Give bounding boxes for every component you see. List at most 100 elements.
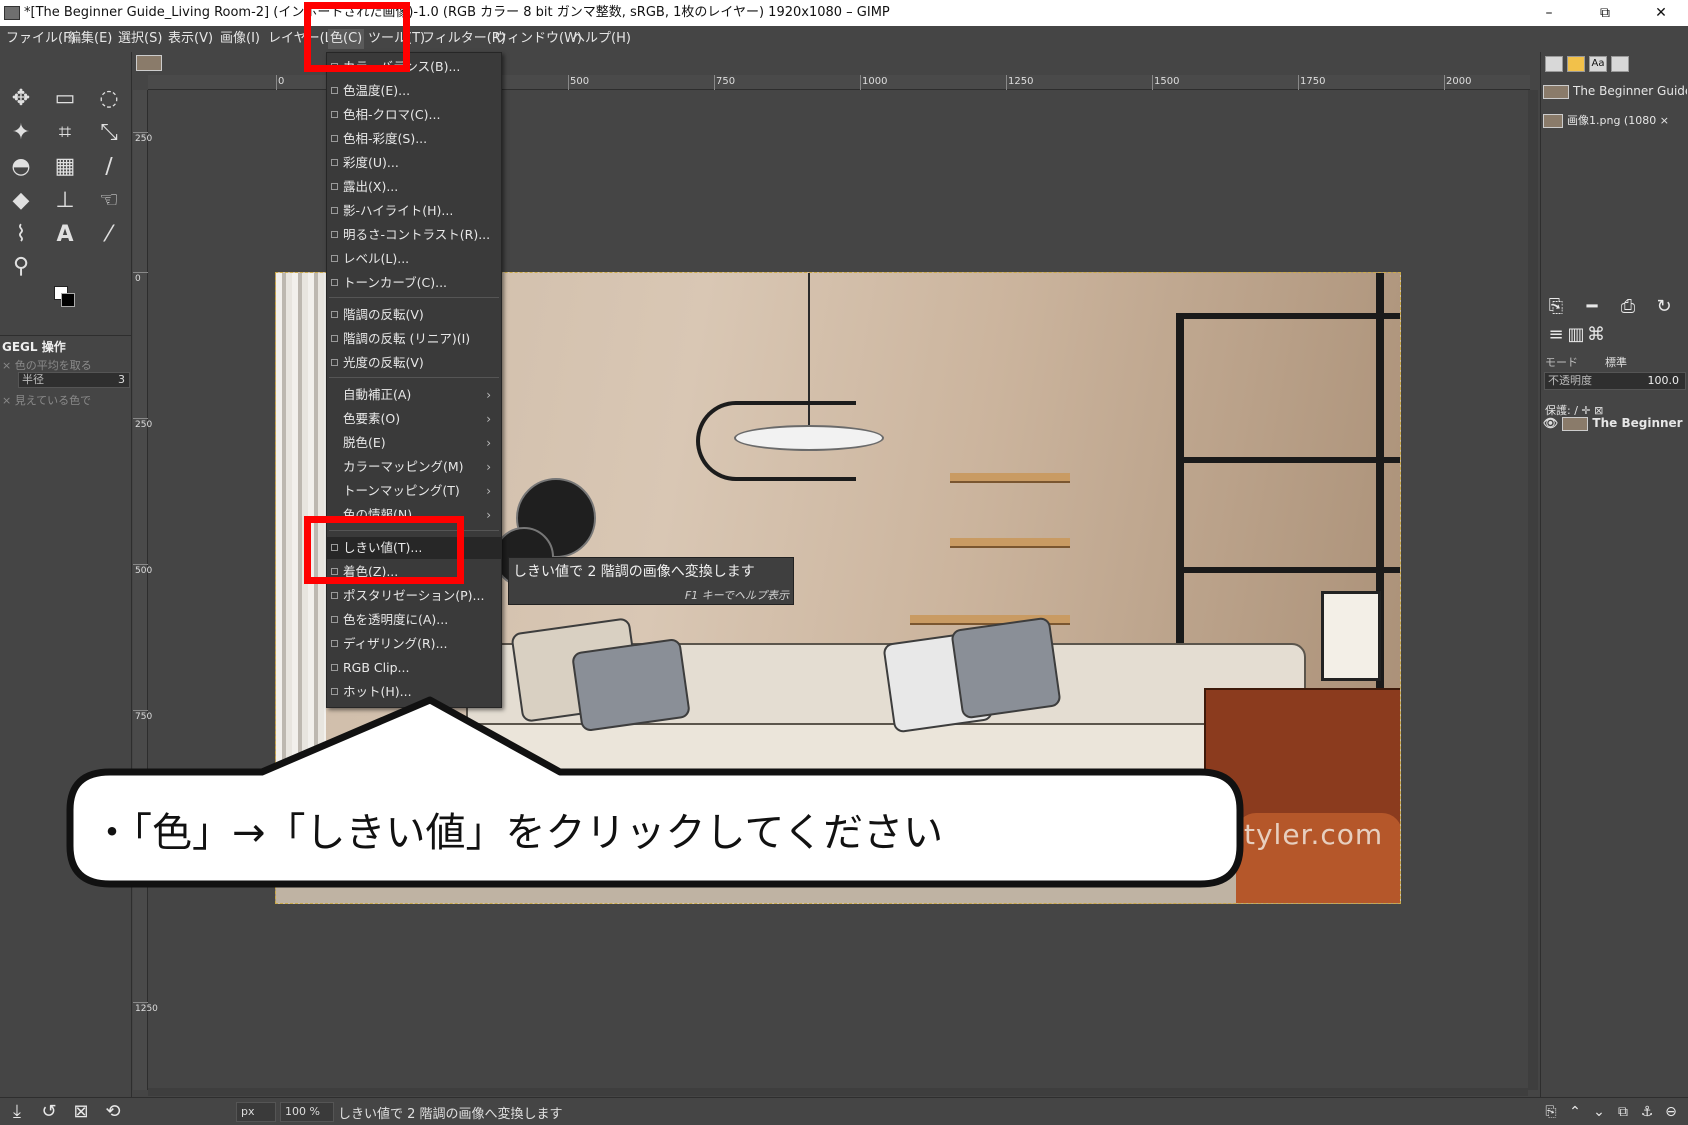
save-tool-preset-icon[interactable]: ⤓: [6, 1101, 28, 1123]
color-menu-item[interactable]: 色を透明度に(A)...: [327, 609, 501, 631]
font-tab-icon[interactable]: Aa: [1589, 56, 1607, 72]
menu-select[interactable]: 選択(S): [116, 29, 164, 49]
image-list-item[interactable]: The Beginner Guide: [1543, 80, 1687, 102]
highlight-box-color-menu: [304, 2, 410, 72]
color-menu-item[interactable]: 彩度(U)...: [327, 152, 501, 174]
channels-tab-icon[interactable]: ▥: [1565, 324, 1587, 346]
color-menu-item[interactable]: 階調の反転(V): [327, 304, 501, 326]
color-menu-item[interactable]: ディザリング(R)...: [327, 633, 501, 655]
layer-row[interactable]: 👁 The Beginner: [1543, 412, 1687, 434]
maximize-button[interactable]: ⧉: [1580, 0, 1630, 26]
opacity-value[interactable]: 100.0: [1648, 373, 1680, 389]
color-menu-item[interactable]: 明るさ-コントラスト(R)...: [327, 224, 501, 246]
color-menu-item[interactable]: 露出(X)...: [327, 176, 501, 198]
color-menu-item[interactable]: カラーマッピング(M) ›: [327, 456, 501, 478]
color-menu-item[interactable]: 色要素(O) ›: [327, 408, 501, 430]
layer-duplicate-icon[interactable]: ⧉: [1612, 1101, 1634, 1123]
layer-raise-icon[interactable]: ⌃: [1564, 1101, 1586, 1123]
color-menu-item[interactable]: 階調の反転 (リニア)(I): [327, 328, 501, 350]
image-thumbnail: [1543, 84, 1569, 99]
gradient-icon[interactable]: ▦: [50, 152, 80, 182]
fuzzy-select-icon[interactable]: ✦: [6, 118, 36, 148]
layer-delete-icon[interactable]: ⊖: [1660, 1101, 1682, 1123]
color-menu-item[interactable]: レベル(L)...: [327, 248, 501, 270]
image-list-item[interactable]: 画像1.png (1080 ×: [1543, 110, 1687, 132]
layer-anchor-icon[interactable]: ⚓: [1636, 1101, 1658, 1123]
fg-bg-color-icon[interactable]: [52, 284, 76, 308]
clone-icon[interactable]: ⊥: [50, 186, 80, 216]
color-menu-item[interactable]: ホット(H)...: [327, 681, 501, 703]
color-menu-item[interactable]: ポスタリゼーション(P)...: [327, 585, 501, 607]
color-menu-item[interactable]: 色相-彩度(S)...: [327, 128, 501, 150]
radius-field[interactable]: 半径 3: [18, 372, 130, 388]
opacity-field[interactable]: 不透明度 100.0: [1544, 372, 1686, 390]
minimize-button[interactable]: –: [1524, 0, 1574, 26]
lasso-icon[interactable]: ◌: [94, 84, 124, 114]
tool-options-tabs[interactable]: [0, 314, 132, 336]
layers-tab-icon[interactable]: ≡: [1545, 324, 1567, 346]
color-picker-icon[interactable]: ⁄: [94, 220, 124, 250]
shelf-rack: [1176, 567, 1400, 573]
brush-tab-icon[interactable]: [1545, 56, 1563, 72]
move-icon[interactable]: ✥: [6, 84, 36, 114]
pattern-tab-icon[interactable]: [1567, 56, 1585, 72]
color-menu-item[interactable]: 脱色(E) ›: [327, 432, 501, 454]
horizontal-scrollbar[interactable]: [148, 1088, 1528, 1096]
paintbrush-icon[interactable]: ∕: [94, 152, 124, 182]
color-menu-item[interactable]: 色温度(E)...: [327, 80, 501, 102]
visible-colors-checkbox[interactable]: × 見えている色で: [2, 392, 91, 408]
ruler-left[interactable]: 250 0 250 500 750 1000 1250: [133, 90, 158, 1090]
unit-select[interactable]: px: [236, 1102, 276, 1122]
tooltip-main-text: しきい値で 2 階調の画像へ変換します: [513, 564, 755, 580]
menu-item-label: トーンマッピング(T): [343, 483, 460, 498]
color-menu-item[interactable]: トーンマッピング(T) ›: [327, 480, 501, 502]
document-tab-icon[interactable]: [1611, 56, 1629, 72]
rect-select-icon[interactable]: ▭: [50, 84, 80, 114]
vertical-scrollbar[interactable]: [1528, 90, 1538, 1090]
zoom-icon[interactable]: ⚲: [6, 252, 36, 282]
image-tab-thumbnail[interactable]: [136, 55, 162, 71]
color-menu-item[interactable]: RGB Clip...: [327, 657, 501, 679]
paths-tab-icon[interactable]: ⌘: [1585, 324, 1607, 346]
smudge-icon[interactable]: ☜: [94, 186, 124, 216]
menu-view[interactable]: 表示(V): [166, 29, 215, 49]
menu-item-label: 階調の反転(V): [343, 307, 424, 322]
submenu-arrow-icon: ›: [486, 436, 491, 450]
bucket-fill-icon[interactable]: ◓: [6, 152, 36, 182]
menu-help[interactable]: ヘルプ(H): [570, 29, 633, 49]
delete-tool-preset-icon[interactable]: ⊠: [70, 1101, 92, 1123]
new-image-icon[interactable]: ⎘: [1545, 296, 1567, 318]
color-menu-item[interactable]: 光度の反転(V): [327, 352, 501, 374]
color-menu-item[interactable]: トーンカーブ(C)...: [327, 272, 501, 294]
print-icon[interactable]: ⎙: [1617, 296, 1639, 318]
delete-image-icon[interactable]: ━: [1581, 296, 1603, 318]
close-button[interactable]: ✕: [1636, 0, 1686, 26]
color-menu-item[interactable]: 色相-クロマ(C)...: [327, 104, 501, 126]
restore-tool-preset-icon[interactable]: ↺: [38, 1101, 60, 1123]
pendant-lamp: [734, 425, 884, 451]
menu-item-label: レベル(L)...: [343, 251, 410, 266]
layer-lower-icon[interactable]: ⌄: [1588, 1101, 1610, 1123]
transform-icon[interactable]: ⤡: [94, 118, 124, 148]
mode-dropdown[interactable]: 標準: [1605, 354, 1627, 370]
path-icon[interactable]: ⌇: [6, 220, 36, 250]
color-menu-item[interactable]: 影-ハイライト(H)...: [327, 200, 501, 222]
color-menu-item[interactable]: 自動補正(A) ›: [327, 384, 501, 406]
average-color-checkbox[interactable]: × 色の平均を取る: [2, 357, 92, 373]
crop-icon[interactable]: ⌗: [50, 118, 80, 148]
eraser-icon[interactable]: ◆: [6, 186, 36, 216]
ruler-label: 2000: [1446, 76, 1472, 87]
shelf-rack: [1176, 313, 1184, 693]
menu-image[interactable]: 画像(I): [218, 29, 262, 49]
status-message: しきい値で 2 階調の画像へ変換します: [338, 1107, 563, 1122]
radius-value[interactable]: 3: [118, 373, 125, 387]
ruler-label: 250: [135, 420, 153, 430]
tooltip-help-hint: F1 キーでヘルプ表示: [684, 589, 789, 602]
zoom-select[interactable]: 100 %: [280, 1102, 334, 1122]
menu-item-icon: [331, 255, 338, 262]
menu-edit[interactable]: 編集(E): [66, 29, 114, 49]
layer-new-icon[interactable]: ⎘: [1540, 1101, 1562, 1123]
text-icon[interactable]: A: [50, 220, 80, 250]
reset-tool-icon[interactable]: ⟲: [102, 1101, 124, 1123]
refresh-icon[interactable]: ↻: [1653, 296, 1675, 318]
